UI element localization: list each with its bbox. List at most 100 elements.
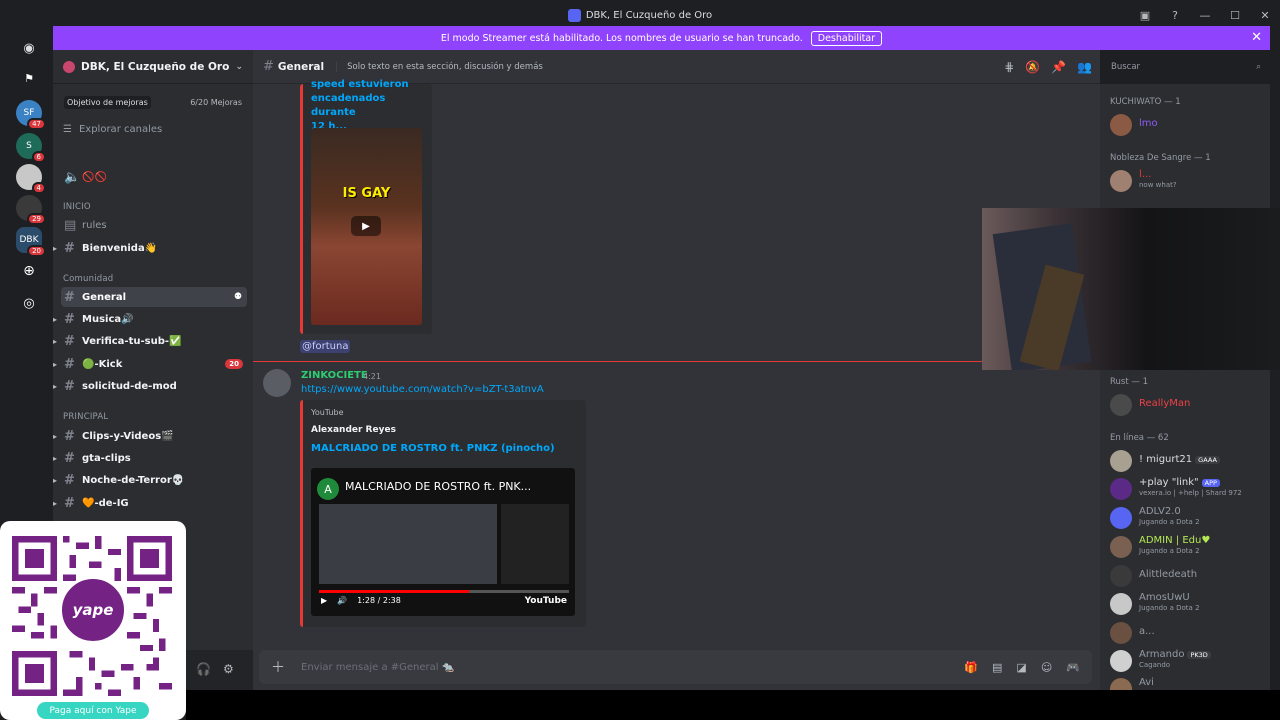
hash-icon: # — [64, 333, 75, 349]
hash-icon: # — [263, 59, 274, 74]
channel-gta[interactable]: ▸ # gta-clips — [53, 448, 247, 468]
member-item[interactable]: ADMIN | Edu♥ Jugando a Dota 2 — [1110, 534, 1270, 560]
disable-streamer-button[interactable]: Deshabilitar — [810, 30, 883, 46]
progress-bar[interactable] — [319, 590, 569, 593]
help-icon[interactable]: ? — [1160, 9, 1190, 22]
member-item[interactable]: AmosUwU Jugando a Dota 2 — [1110, 591, 1270, 617]
server-header[interactable]: DBK, El Cuzqueño de Oro ⌄ — [53, 50, 253, 84]
channel-solicitud[interactable]: ▸ # solicitud-de-mod — [53, 376, 247, 396]
streamer-mode-bar: El modo Streamer está habilitado. Los no… — [53, 26, 1270, 50]
close-icon[interactable]: ✕ — [1251, 30, 1262, 45]
gift-icon[interactable]: 🎁 — [964, 661, 978, 674]
channel-rules[interactable]: ▤ rules — [61, 215, 247, 235]
boost-count: 6/20 Mejoras — [190, 97, 242, 107]
video-frame — [319, 504, 497, 584]
channel-general[interactable]: # General ⚉ — [61, 287, 247, 307]
member-item[interactable]: ReallyMan — [1110, 392, 1270, 418]
player-time: 1:28 / 2:38 — [357, 596, 401, 605]
member-item[interactable]: Alittledeath — [1110, 563, 1270, 589]
settings-gear-icon[interactable]: ⚙ — [223, 662, 234, 676]
mute-icon[interactable]: 🔕 — [1025, 60, 1040, 74]
plus-icon[interactable]: ＋ — [271, 657, 285, 677]
member-item[interactable]: l... now what? — [1110, 168, 1270, 194]
category-comunidad[interactable]: Comunidad — [63, 272, 113, 286]
guild-icon-1[interactable]: SF 47 — [16, 100, 46, 130]
member-item[interactable]: ADLV2.0 Jugando a Dota 2 — [1110, 505, 1270, 531]
voice-channel[interactable]: 🔈 🚫🚫 — [61, 167, 247, 187]
message-input[interactable]: Enviar mensaje a #General 🐀 — [301, 662, 454, 673]
member-item[interactable]: Avi — [1110, 676, 1270, 690]
channel-avatar: A — [317, 478, 339, 500]
youtube-player[interactable]: A MALCRIADO DE ROSTRO ft. PNK... ▶ 🔊 1:2… — [311, 468, 575, 616]
video-thumbnail[interactable]: IS GAY ▶ — [311, 128, 422, 325]
rules-icon: ▤ — [64, 217, 77, 233]
search-icon: ⌕ — [1256, 62, 1261, 72]
boost-label: Objetivo de mejoras — [64, 95, 151, 109]
message-composer[interactable]: ＋ Enviar mensaje a #General 🐀 🎁 ▤ ◪ ☺ 🎮 — [259, 650, 1092, 684]
avatar — [1110, 478, 1132, 500]
add-server-icon[interactable]: ⊕ — [16, 258, 42, 284]
member-item[interactable]: +play "link" APP vexera.io | +help | Shard… — [1110, 476, 1270, 502]
pay-yape-button[interactable]: Paga aquí con Yape — [37, 702, 149, 719]
play-icon[interactable]: ▶ — [321, 596, 327, 605]
member-item[interactable]: ! migurt21 GAAA — [1110, 448, 1270, 474]
channel-musica[interactable]: ▸ # Musica🔊 — [53, 309, 247, 329]
hash-icon: # — [64, 240, 75, 256]
member-item[interactable]: lmo — [1110, 112, 1270, 138]
volume-icon[interactable]: 🔊 — [337, 596, 347, 605]
avatar — [1110, 507, 1132, 529]
maximize-icon[interactable]: ☐ — [1220, 9, 1250, 22]
category-principal[interactable]: PRINCIPAL — [63, 410, 108, 424]
channel-noche[interactable]: ▸ # Noche-de-Terror💀 — [53, 470, 247, 490]
guild-icon-3[interactable]: 4 — [16, 164, 46, 194]
channel-clips[interactable]: ▸ # Clips-y-Videos🎬 — [53, 426, 247, 446]
discover-icon[interactable]: ◎ — [16, 290, 42, 316]
member-item[interactable]: a... — [1110, 620, 1270, 646]
category-inicio[interactable]: INICIO — [63, 200, 91, 214]
guild-icon-2[interactable]: S6 — [16, 133, 46, 163]
webcam-overlay — [982, 208, 1280, 370]
explore-channels[interactable]: ☰ Explorar canales — [63, 124, 243, 135]
avatar — [1110, 565, 1132, 587]
avatar — [1110, 622, 1132, 644]
message-author[interactable]: ZINKOCIETE — [301, 370, 368, 381]
channel-ig[interactable]: ▸ # 🧡-de-IG — [53, 493, 247, 513]
play-icon[interactable]: ▶ — [351, 216, 381, 236]
inbox-icon[interactable]: ▣ — [1130, 9, 1160, 22]
close-window-icon[interactable]: ✕ — [1250, 9, 1280, 22]
channel-verifica[interactable]: ▸ # Verifica-tu-sub-✅ — [53, 331, 247, 351]
avatar[interactable] — [263, 369, 291, 397]
channel-bienvenida[interactable]: ▸ # Bienvenida👋 — [53, 238, 247, 258]
guild-icon-dbk[interactable]: DBK 20 — [16, 227, 46, 257]
headphones-icon[interactable]: 🎧 — [196, 662, 211, 676]
boost-goal[interactable]: Objetivo de mejoras 6/20 Mejoras — [61, 94, 245, 110]
hash-icon: # — [64, 450, 75, 466]
embed-provider: YouTube — [311, 408, 344, 417]
hash-icon: # — [64, 428, 75, 444]
minimize-icon[interactable]: — — [1190, 9, 1220, 22]
gif-icon[interactable]: ▤ — [992, 661, 1002, 674]
embed-author[interactable]: Alexander Reyes — [311, 425, 396, 435]
server-avatar — [63, 60, 75, 73]
youtube-link[interactable]: https://www.youtube.com/watch?v=bZT-t3at… — [301, 384, 544, 395]
pin-icon[interactable]: 📌 — [1051, 60, 1066, 74]
search-input[interactable]: Buscar ⌕ — [1106, 58, 1266, 76]
guild-icon-4[interactable]: 29 — [16, 195, 46, 225]
flag-icon[interactable]: ⚑ — [16, 65, 42, 91]
server-icon — [567, 8, 581, 22]
activity-icon[interactable]: 🎮 — [1066, 661, 1080, 674]
discord-home-icon[interactable]: ◉ — [16, 35, 42, 61]
members-icon[interactable]: 👥 — [1077, 60, 1092, 74]
emoji-icon[interactable]: ☺ — [1041, 661, 1052, 674]
avatar — [1110, 536, 1132, 558]
channel-kick[interactable]: ▸ # 🟢-Kick 20 — [53, 354, 247, 374]
user-mention[interactable]: @fortuna — [300, 340, 351, 353]
embed-title[interactable]: MALCRIADO DE ROSTRO ft. PNKZ (pinocho) — [311, 443, 555, 454]
member-item[interactable]: Armando PK3D Cagando — [1110, 648, 1270, 674]
add-member-icon[interactable]: ⚉ — [234, 292, 242, 302]
threads-icon[interactable]: ⋕ — [1004, 60, 1014, 74]
sticker-icon[interactable]: ◪ — [1016, 661, 1026, 674]
youtube-logo[interactable]: YouTube — [525, 596, 567, 606]
member-category: En línea — 62 — [1110, 433, 1169, 443]
avatar — [1110, 450, 1132, 472]
